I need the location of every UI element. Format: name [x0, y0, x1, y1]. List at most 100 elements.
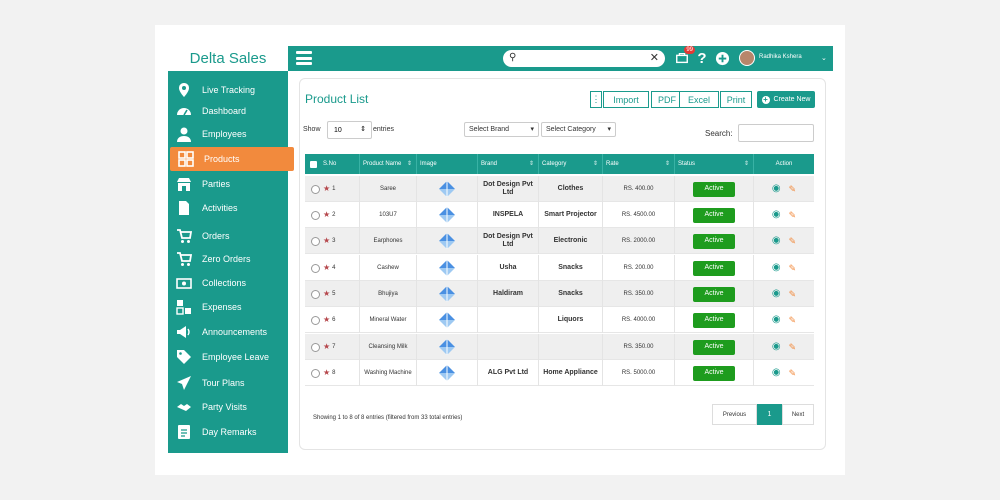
status-badge[interactable]: Active	[693, 207, 735, 223]
product-image	[417, 360, 478, 386]
view-eye-icon[interactable]: ◉	[772, 289, 781, 299]
column-status[interactable]: Status ⇕	[675, 154, 754, 174]
more-options-button[interactable]: ⋮	[590, 91, 602, 108]
global-search-input[interactable]	[521, 52, 641, 65]
star-icon[interactable]: ★	[323, 369, 330, 377]
select-all-checkbox[interactable]	[310, 160, 317, 168]
column-sno[interactable]: S.No	[305, 154, 360, 174]
row-select-radio[interactable]	[311, 210, 320, 220]
edit-icon[interactable]: ✎	[789, 237, 797, 246]
chevron-down-icon[interactable]: ⌄	[821, 54, 827, 62]
column-product-name[interactable]: Product Name ⇕	[360, 154, 417, 174]
create-new-button[interactable]: + Create New	[757, 91, 815, 108]
select-arrows-icon: ⇕	[360, 126, 366, 133]
view-eye-icon[interactable]: ◉	[772, 210, 781, 220]
star-icon[interactable]: ★	[323, 211, 330, 219]
row-number: 8	[332, 370, 336, 376]
entries-select[interactable]: 10 ⇕	[327, 121, 372, 139]
status-badge[interactable]: Active	[693, 312, 735, 328]
status-badge[interactable]: Active	[693, 339, 735, 355]
edit-icon[interactable]: ✎	[789, 316, 797, 325]
row-select-radio[interactable]	[311, 315, 320, 325]
view-eye-icon[interactable]: ◉	[772, 236, 781, 246]
sidebar-item-dashboard[interactable]: Dashboard	[168, 99, 288, 123]
row-select-radio[interactable]	[311, 342, 320, 352]
sidebar-item-orders[interactable]: Orders	[168, 224, 288, 248]
sidebar-item-tour-plans[interactable]: Tour Plans	[168, 371, 288, 395]
category-text: Snacks	[558, 290, 583, 297]
star-icon[interactable]: ★	[323, 290, 330, 298]
edit-icon[interactable]: ✎	[789, 264, 797, 273]
view-eye-icon[interactable]: ◉	[772, 315, 781, 325]
cell-action: ◉ ✎	[754, 281, 814, 307]
category-filter-value: Select Category	[546, 126, 596, 133]
page-1-button[interactable]: 1	[757, 404, 782, 425]
edit-icon[interactable]: ✎	[789, 369, 797, 378]
name-text: Cleansing Milk	[368, 344, 408, 350]
sidebar-item-parties[interactable]: Parties	[168, 172, 288, 196]
next-page-button[interactable]: Next	[782, 404, 814, 425]
edit-icon[interactable]: ✎	[789, 211, 797, 220]
add-circle-icon[interactable]	[714, 50, 730, 66]
rate-text: RS. 200.00	[623, 265, 654, 271]
product-image	[417, 202, 478, 228]
table-search-input[interactable]	[738, 124, 814, 142]
cell-brand: Usha	[478, 255, 539, 281]
view-eye-icon[interactable]: ◉	[772, 263, 781, 273]
view-eye-icon[interactable]: ◉	[772, 368, 781, 378]
cell-category: Liquors	[539, 307, 603, 333]
import-button[interactable]: Import	[603, 91, 649, 108]
sidebar-item-employees[interactable]: Employees	[168, 122, 288, 146]
column-action: Action	[775, 161, 793, 167]
previous-page-button[interactable]: Previous	[712, 404, 757, 425]
star-icon[interactable]: ★	[323, 343, 330, 351]
menu-toggle-icon[interactable]	[296, 51, 312, 65]
category-filter-select[interactable]: Select Category ▾	[541, 122, 616, 137]
sidebar-item-products[interactable]: Products	[170, 147, 294, 171]
edit-icon[interactable]: ✎	[789, 290, 797, 299]
column-rate[interactable]: Rate ⇕	[603, 154, 675, 174]
row-select-radio[interactable]	[311, 184, 320, 194]
edit-icon[interactable]: ✎	[789, 185, 797, 194]
status-badge[interactable]: Active	[693, 233, 735, 249]
user-avatar[interactable]	[739, 50, 755, 66]
sidebar-item-zero-orders[interactable]: Zero Orders	[168, 247, 288, 271]
excel-button[interactable]: Excel	[679, 91, 719, 108]
cell-action: ◉ ✎	[754, 176, 814, 202]
product-image	[417, 176, 478, 202]
clear-search-icon[interactable]: ✕	[650, 51, 659, 64]
notification-icon[interactable]: 99	[674, 46, 695, 66]
print-button[interactable]: Print	[720, 91, 752, 108]
sidebar-item-collections[interactable]: Collections	[168, 271, 288, 295]
status-badge[interactable]: Active	[693, 260, 735, 276]
cell-rate: RS. 4500.00	[603, 202, 675, 228]
sidebar-item-expenses[interactable]: Expenses	[168, 295, 288, 319]
edit-icon[interactable]: ✎	[789, 343, 797, 352]
sidebar-item-activities[interactable]: Activities	[168, 196, 288, 220]
user-name[interactable]: Radhika Kshera	[759, 54, 802, 60]
row-select-radio[interactable]	[311, 263, 320, 273]
global-search[interactable]: ⚲ ✕	[503, 50, 665, 67]
sidebar-item-announcements[interactable]: Announcements	[168, 320, 288, 344]
star-icon[interactable]: ★	[323, 185, 330, 193]
star-icon[interactable]: ★	[323, 264, 330, 272]
brand-filter-select[interactable]: Select Brand ▾	[464, 122, 539, 137]
row-select-radio[interactable]	[311, 368, 320, 378]
status-badge[interactable]: Active	[693, 365, 735, 381]
cell-brand: Dot Design Pvt Ltd	[478, 176, 539, 202]
status-badge[interactable]: Active	[693, 286, 735, 302]
sidebar-item-employee-leave[interactable]: Employee Leave	[168, 345, 288, 369]
sidebar-item-party-visits[interactable]: Party Visits	[168, 395, 288, 419]
sidebar-item-day-remarks[interactable]: Day Remarks	[168, 420, 288, 444]
view-eye-icon[interactable]: ◉	[772, 184, 781, 194]
row-select-radio[interactable]	[311, 236, 320, 246]
view-eye-icon[interactable]: ◉	[772, 342, 781, 352]
row-select-radio[interactable]	[311, 289, 320, 299]
status-badge[interactable]: Active	[693, 181, 735, 197]
star-icon[interactable]: ★	[323, 316, 330, 324]
help-icon[interactable]: ?	[694, 50, 710, 67]
column-brand[interactable]: Brand ⇕	[478, 154, 539, 174]
column-category[interactable]: Category ⇕	[539, 154, 603, 174]
row-number: 1	[332, 186, 336, 192]
star-icon[interactable]: ★	[323, 237, 330, 245]
